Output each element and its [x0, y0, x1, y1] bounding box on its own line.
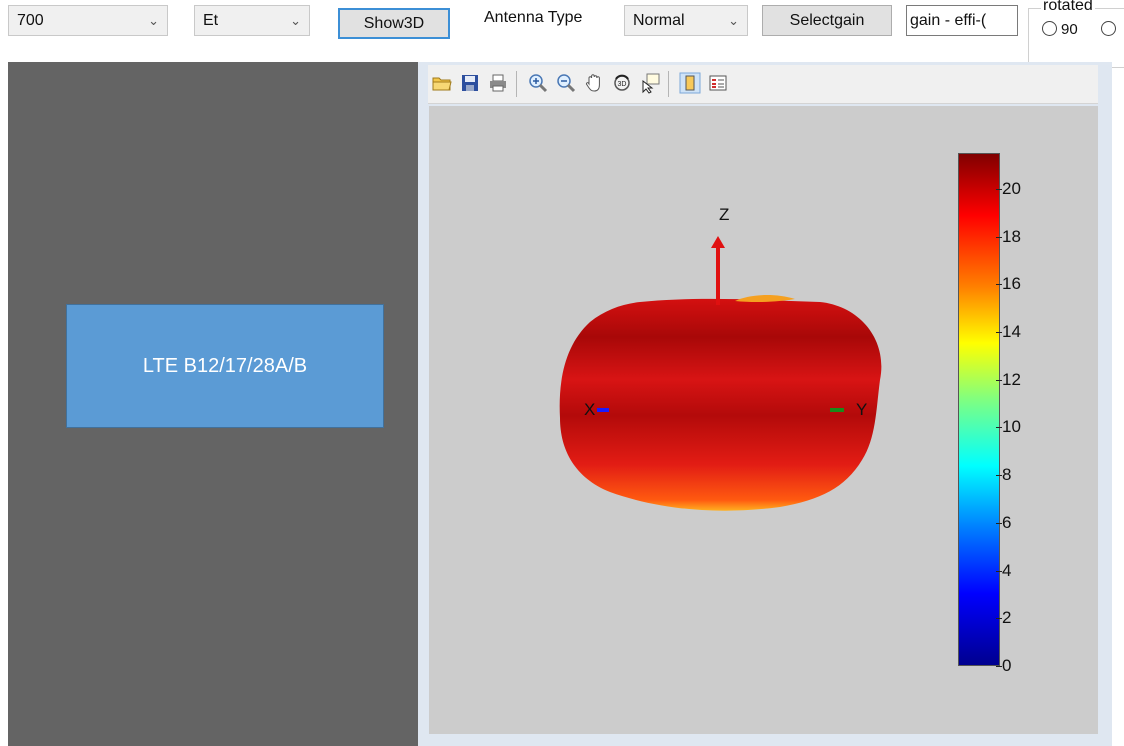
colorbar-tick-label: 4 — [1002, 560, 1012, 580]
colorbar-tick-label: 20 — [1002, 178, 1021, 198]
colorbar-tick-label: 6 — [1002, 512, 1012, 532]
colorbar-tick-label: 18 — [1002, 226, 1021, 246]
colorbar[interactable] — [958, 153, 1000, 666]
colorbar-tick-label: 8 — [1002, 465, 1012, 485]
z-axis-arrowhead — [711, 236, 725, 248]
colorbar-tick-label: 12 — [1002, 369, 1021, 389]
x-axis-marker — [597, 408, 609, 412]
colorbar-tick-label: 10 — [1002, 417, 1021, 437]
colorbar-tick-label: 0 — [1002, 656, 1012, 675]
colorbar-tick-label: 2 — [1002, 608, 1012, 628]
y-axis-label: Y — [856, 400, 868, 419]
y-axis-marker — [830, 408, 844, 412]
x-axis-label: X — [584, 400, 596, 419]
pattern-surface — [559, 298, 882, 511]
radiation-pattern-plot[interactable] — [0, 0, 1124, 746]
z-axis-label: Z — [719, 205, 730, 224]
colorbar-tick-label: 16 — [1002, 274, 1021, 294]
colorbar-tick-label: 14 — [1002, 321, 1021, 341]
